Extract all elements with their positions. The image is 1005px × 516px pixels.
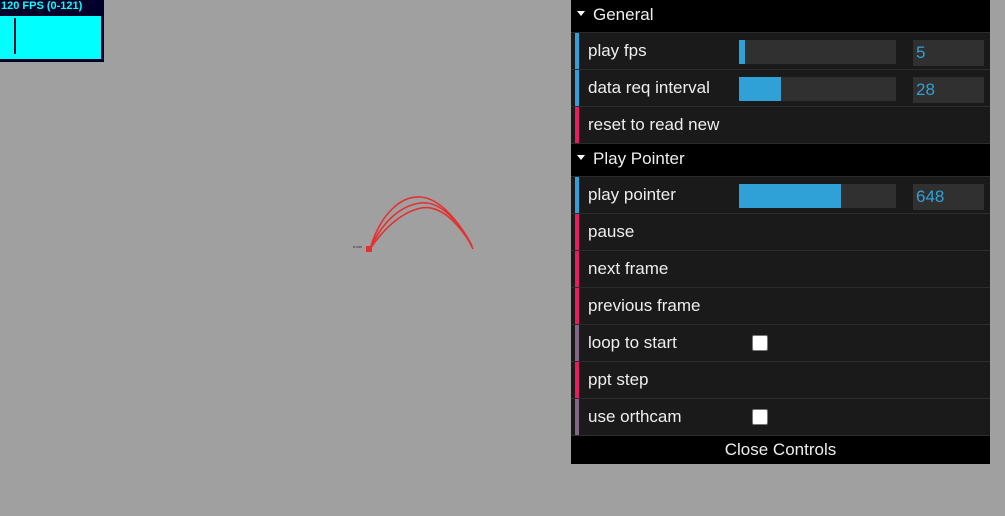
function-accent-bar	[575, 251, 579, 287]
reset-to-read-new-label: reset to read new	[588, 115, 720, 134]
folder-general-label: General	[593, 5, 654, 24]
loop-to-start-control: loop to start	[571, 325, 990, 362]
previous-frame-label: previous frame	[588, 296, 701, 315]
previous-frame-button[interactable]: previous frame	[571, 288, 990, 325]
use-orthcam-checkbox[interactable]	[752, 409, 768, 425]
particle-marker-label: e-ion	[353, 244, 362, 249]
pause-button[interactable]: pause	[571, 214, 990, 251]
loop-to-start-label: loop to start	[588, 333, 677, 352]
trajectory-curve	[369, 206, 472, 250]
play-fps-label: play fps	[588, 41, 647, 60]
play-fps-input[interactable]: 5	[913, 40, 984, 66]
next-frame-button[interactable]: next frame	[571, 251, 990, 288]
folder-play-pointer-label: Play Pointer	[593, 149, 685, 168]
caret-down-icon	[577, 11, 585, 17]
function-accent-bar	[575, 288, 579, 324]
loop-to-start-checkbox[interactable]	[752, 335, 768, 351]
play-fps-slider[interactable]	[739, 40, 896, 64]
boolean-accent-bar	[575, 325, 579, 361]
close-controls-button[interactable]: Close Controls	[571, 436, 990, 464]
3d-viewport[interactable]: 120 FPS (0-121) e-ion General play fps 5…	[0, 0, 1005, 516]
play-pointer-input[interactable]: 648	[913, 184, 984, 210]
slider-fill	[739, 184, 842, 208]
use-orthcam-label: use orthcam	[588, 407, 682, 426]
trajectory-curves	[369, 196, 474, 250]
reset-to-read-new-button[interactable]: reset to read new	[571, 107, 990, 144]
data-req-interval-label: data req interval	[588, 78, 710, 97]
slider-fill	[739, 77, 782, 101]
play-pointer-label: play pointer	[588, 185, 676, 204]
function-accent-bar	[575, 362, 579, 398]
data-req-interval-control: data req interval 28	[571, 70, 990, 107]
ppt-step-button[interactable]: ppt step	[571, 362, 990, 399]
caret-down-icon	[577, 155, 585, 161]
number-accent-bar	[575, 33, 579, 69]
number-accent-bar	[575, 70, 579, 106]
play-pointer-slider[interactable]	[739, 184, 896, 208]
folder-general-title[interactable]: General	[571, 0, 990, 33]
data-req-interval-input[interactable]: 28	[913, 77, 984, 103]
play-pointer-control: play pointer 648	[571, 177, 990, 214]
folder-play-pointer-title[interactable]: Play Pointer	[571, 144, 990, 177]
slider-fill	[739, 40, 746, 64]
function-accent-bar	[575, 107, 579, 143]
particle-marker	[366, 246, 372, 252]
pause-label: pause	[588, 222, 635, 241]
play-fps-control: play fps 5	[571, 33, 990, 70]
ppt-step-label: ppt step	[588, 370, 649, 389]
controls-panel[interactable]: General play fps 5 data req interval 28 …	[571, 0, 990, 464]
boolean-accent-bar	[575, 399, 579, 435]
number-accent-bar	[575, 177, 579, 213]
function-accent-bar	[575, 214, 579, 250]
data-req-interval-slider[interactable]	[739, 77, 896, 101]
next-frame-label: next frame	[588, 259, 669, 278]
use-orthcam-control: use orthcam	[571, 399, 990, 436]
